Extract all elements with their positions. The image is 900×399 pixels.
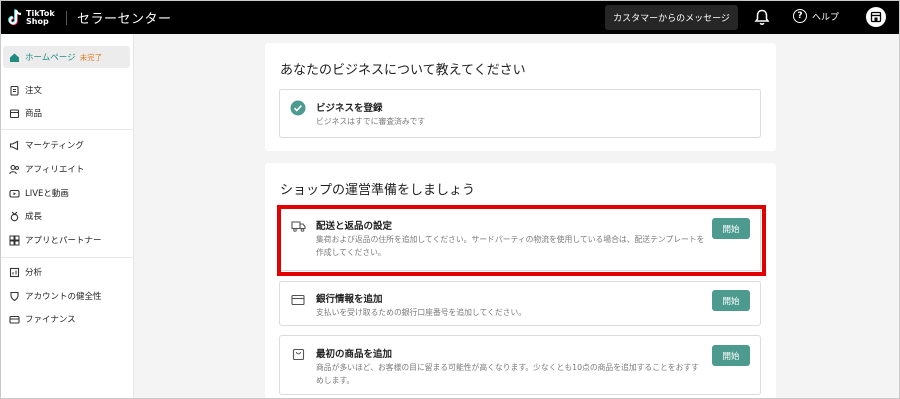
check-circle-icon: [290, 100, 306, 116]
store-avatar-button[interactable]: [866, 7, 886, 27]
store-icon: [870, 11, 882, 23]
sidebar-item-marketing[interactable]: マーケティング: [3, 134, 130, 156]
sidebar-item-account-health[interactable]: アカウントの健全性: [3, 285, 130, 307]
apps-icon: [9, 235, 20, 245]
sidebar-item-label: アカウントの健全性: [25, 292, 102, 302]
logo-text-shop: Shop: [26, 16, 49, 26]
task-title: 銀行情報を追加: [316, 294, 383, 305]
task-title: ビジネスを登録: [316, 103, 383, 114]
sidebar-item-finance[interactable]: ファイナンス: [3, 308, 130, 330]
logo-divider: [66, 10, 67, 25]
task-bank-info[interactable]: 銀行情報を追加 支払いを受け取るための銀行口座番号を追加してください。 開始: [279, 281, 761, 326]
sidebar-item-label: アフィリエイト: [25, 165, 85, 175]
people-icon: [9, 164, 19, 174]
bell-icon[interactable]: [754, 9, 770, 26]
sidebar-divider: [1, 257, 133, 258]
sidebar-item-apps-partners[interactable]: アプリとパートナー: [3, 229, 130, 251]
task-description: ビジネスはすでに審査済みです: [316, 117, 426, 126]
top-bar: TikTok Shop セラーセンター カスタマーからのメッセージ ? ヘルプ: [1, 1, 899, 34]
sidebar: ホームページ 未完了 注文 商品 マーケティング アフィリエイト LIVEと動画…: [1, 34, 134, 398]
tiktok-logo-icon: [8, 8, 22, 25]
home-icon: [10, 53, 19, 62]
megaphone-icon: [9, 140, 19, 150]
box-icon: [9, 108, 20, 118]
sidebar-item-orders[interactable]: 注文: [3, 79, 130, 101]
business-info-card: あなたのビジネスについて教えてください ビジネスを登録 ビジネスはすでに審査済み…: [265, 43, 776, 151]
business-card-title: あなたのビジネスについて教えてください: [280, 63, 526, 78]
help-label: ヘルプ: [812, 12, 840, 23]
help-button[interactable]: ? ヘルプ: [793, 9, 839, 23]
app-title: セラーセンター: [77, 12, 172, 27]
sidebar-item-label: ホームページ: [25, 53, 76, 63]
sidebar-item-affiliate[interactable]: アフィリエイト: [3, 158, 130, 180]
app-window: TikTok Shop セラーセンター カスタマーからのメッセージ ? ヘルプ: [0, 0, 900, 399]
sidebar-item-label: 商品: [25, 109, 43, 119]
sidebar-item-growth[interactable]: 成長: [3, 205, 130, 227]
status-badge: 未完了: [79, 52, 103, 62]
sidebar-item-label: 成長: [25, 212, 43, 222]
tiktok-shop-logo[interactable]: TikTok Shop: [7, 8, 60, 27]
customer-messages-button[interactable]: カスタマーからのメッセージ: [605, 5, 738, 30]
bag-icon: [292, 348, 304, 360]
live-icon: [9, 189, 20, 198]
highlight-box: [277, 205, 766, 276]
sidebar-item-live-video[interactable]: LIVEと動画: [3, 182, 130, 204]
sidebar-item-analytics[interactable]: 分析: [3, 261, 130, 283]
chart-icon: [9, 267, 20, 277]
task-first-product[interactable]: 最初の商品を追加 商品が多いほど、お客様の目に留まる可能性が高くなります。少なく…: [279, 335, 761, 395]
start-button-bank[interactable]: 開始: [712, 290, 750, 311]
wallet-icon: [9, 315, 20, 324]
trophy-icon: [10, 211, 19, 221]
task-description: 商品が多いほど、お客様の目に留まる可能性が高くなります。少なくとも10点の商品を…: [316, 363, 699, 385]
task-title: 最初の商品を追加: [316, 349, 393, 360]
help-icon: ?: [793, 9, 807, 23]
sidebar-item-label: 注文: [25, 86, 43, 96]
shop-setup-card: ショップの運営準備をしましょう 配送と返品の設定 集荷および返品の住所を追加して…: [265, 163, 776, 398]
sidebar-item-label: 分析: [25, 268, 43, 278]
clipboard-icon: [10, 85, 19, 96]
task-description: 支払いを受け取るための銀行口座番号を追加してください。: [316, 308, 527, 317]
sidebar-item-label: LIVEと動画: [25, 189, 69, 199]
sidebar-item-label: アプリとパートナー: [25, 236, 102, 246]
shield-icon: [10, 291, 19, 301]
task-register-business[interactable]: ビジネスを登録 ビジネスはすでに審査済みです: [279, 89, 761, 138]
sidebar-item-label: ファイナンス: [25, 315, 76, 325]
sidebar-item-label: マーケティング: [25, 141, 84, 151]
sidebar-item-home[interactable]: ホームページ 未完了: [3, 46, 130, 68]
start-button-product[interactable]: 開始: [712, 345, 750, 366]
shop-card-title: ショップの運営準備をしましょう: [280, 183, 476, 198]
card-icon: [291, 294, 305, 306]
sidebar-divider: [1, 129, 133, 130]
sidebar-item-products[interactable]: 商品: [3, 102, 130, 124]
